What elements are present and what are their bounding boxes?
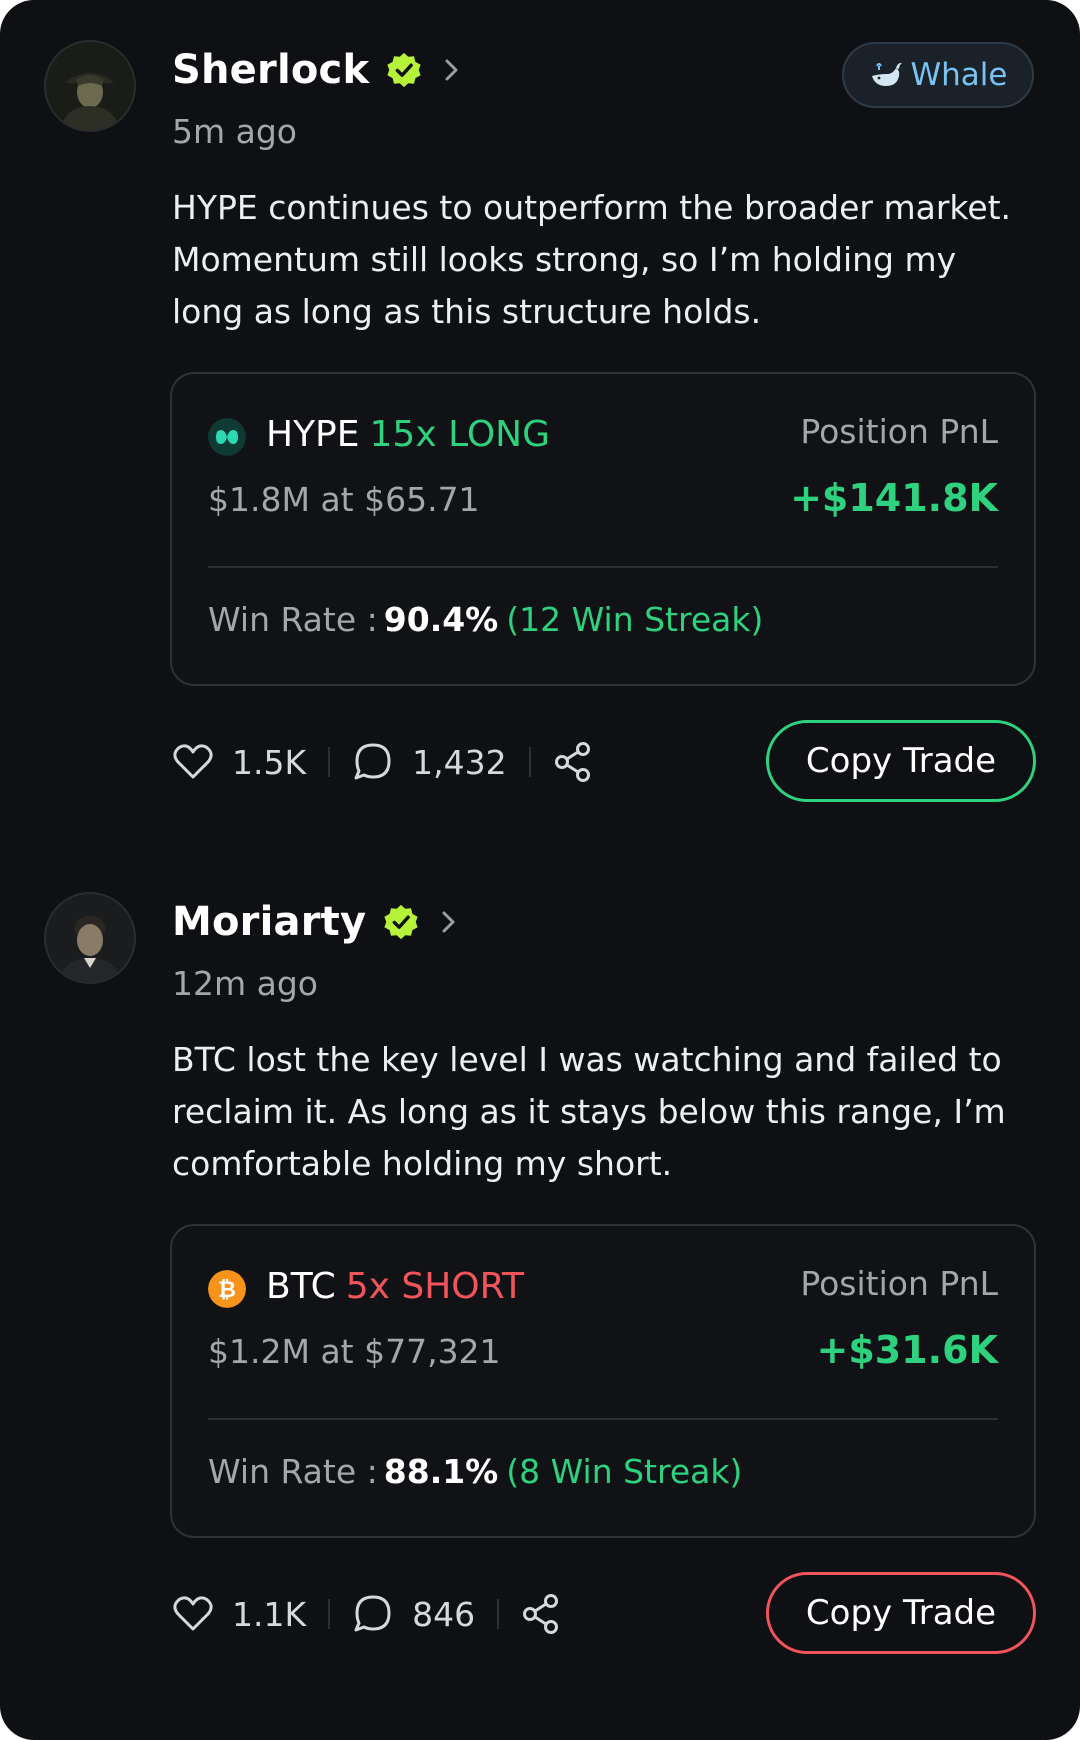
win-streak: (8 Win Streak) <box>506 1452 743 1491</box>
verified-badge-icon <box>387 52 421 88</box>
btc-coin-icon: ₿ <box>208 1270 246 1308</box>
tag-label: Whale <box>910 57 1008 93</box>
share-icon <box>523 1594 559 1634</box>
heart-icon <box>173 1596 213 1631</box>
copy-trade-button[interactable]: Copy Trade <box>766 720 1036 802</box>
share-button[interactable] <box>553 741 593 783</box>
position-pnl: +$141.8K <box>790 476 998 520</box>
copy-trade-button[interactable]: Copy Trade <box>766 1572 1036 1654</box>
author-name[interactable]: Sherlock <box>172 47 369 93</box>
divider <box>208 566 998 568</box>
position-pnl: +$31.6K <box>816 1328 998 1372</box>
verified-badge-icon <box>384 904 418 940</box>
win-rate-row: Win Rate :88.1% (8 Win Streak) <box>208 1452 742 1491</box>
position-title: BTC 5x SHORT <box>266 1266 524 1307</box>
post-actions: 1.5K 1,432 <box>172 722 593 802</box>
post-body: BTC lost the key level I was watching an… <box>172 1034 1032 1190</box>
like-count: 1.1K <box>232 1594 307 1634</box>
author-name[interactable]: Moriarty <box>172 899 366 945</box>
post-text-line: long as long as this structure holds. <box>172 292 762 331</box>
win-rate-label: Win Rate : <box>208 600 378 639</box>
heart-icon <box>173 744 213 779</box>
separator <box>328 747 331 777</box>
avatar[interactable] <box>44 892 136 984</box>
win-rate-row: Win Rate :90.4% (12 Win Streak) <box>208 600 763 639</box>
hype-coin-icon <box>208 418 246 456</box>
position-title: HYPE 15x LONG <box>266 414 550 455</box>
post-actions: 1.1K 846 <box>172 1574 561 1654</box>
chevron-right-icon[interactable] <box>438 905 460 939</box>
win-rate-label: Win Rate : <box>208 1452 378 1491</box>
comment-icon <box>354 1595 391 1632</box>
position-card[interactable]: ₿ BTC 5x SHORT Position PnL $1.2M at $77,… <box>170 1224 1036 1538</box>
chevron-right-icon[interactable] <box>441 53 463 87</box>
separator <box>528 747 531 777</box>
pnl-label: Position PnL <box>800 1264 998 1303</box>
divider <box>208 1418 998 1420</box>
pnl-label: Position PnL <box>800 412 998 451</box>
post-body: HYPE continues to outperform the broader… <box>172 182 1032 338</box>
position-card[interactable]: HYPE 15x LONG Position PnL $1.8M at $65.7… <box>170 372 1036 686</box>
asset-symbol: BTC <box>266 1266 336 1307</box>
win-rate-value: 88.1% <box>383 1452 499 1491</box>
svg-text:₿: ₿ <box>218 1278 236 1303</box>
post-text-line: HYPE continues to outperform the broader… <box>172 188 1012 227</box>
comment-icon <box>354 743 391 780</box>
post-time: 12m ago <box>172 964 318 1003</box>
avatar[interactable] <box>44 40 136 132</box>
win-streak: (12 Win Streak) <box>506 600 764 639</box>
like-button[interactable]: 1.1K <box>172 1595 306 1634</box>
like-button[interactable]: 1.5K <box>172 743 306 782</box>
post-text-line: comfortable holding my short. <box>172 1144 673 1183</box>
whale-tag[interactable]: Whale <box>842 42 1034 108</box>
position-direction: 5x SHORT <box>345 1266 525 1307</box>
share-icon <box>554 742 590 782</box>
comment-count: 1,432 <box>412 742 507 782</box>
post-text-line: BTC lost the key level I was watching an… <box>172 1040 1002 1079</box>
like-count: 1.5K <box>232 742 307 782</box>
position-size: $1.8M at $65.71 <box>208 480 480 519</box>
post-time: 5m ago <box>172 112 297 151</box>
post-text-line: reclaim it. As long as it stays below th… <box>172 1092 1006 1131</box>
separator <box>328 1599 331 1629</box>
share-button[interactable] <box>521 1593 561 1635</box>
comment-button[interactable]: 846 <box>352 1593 475 1635</box>
comment-button[interactable]: 1,432 <box>352 741 507 783</box>
position-size: $1.2M at $77,321 <box>208 1332 501 1371</box>
position-direction: 15x LONG <box>369 414 551 455</box>
feed-container: Sherlock 5m ago Whale HYPE continues to … <box>0 0 1080 1740</box>
separator <box>497 1599 500 1629</box>
whale-icon <box>871 62 902 86</box>
comment-count: 846 <box>412 1594 476 1634</box>
asset-symbol: HYPE <box>266 414 360 455</box>
win-rate-value: 90.4% <box>383 600 499 639</box>
post-text-line: Momentum still looks strong, so I’m hold… <box>172 240 957 279</box>
